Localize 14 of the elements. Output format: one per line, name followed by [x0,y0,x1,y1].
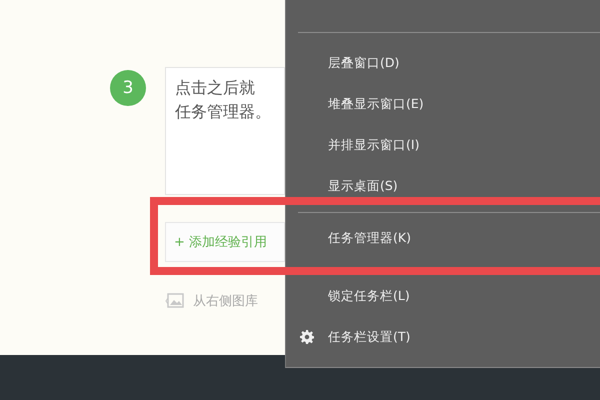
menu-item[interactable]: 任务栏设置(T) [286,317,600,358]
gear-icon [300,330,314,344]
menu-item[interactable]: 任务管理器(K) [286,218,600,259]
menu-item[interactable]: 层叠窗口(D) [286,43,600,84]
image-icon [165,292,185,310]
step-number: 3 [110,70,146,106]
menu-item[interactable]: 显示桌面(S) [286,166,600,207]
menu-item[interactable]: 并排显示窗口(I) [286,125,600,166]
step-text: 点击之后就 [175,77,256,99]
menu-item[interactable]: 堆叠显示窗口(E) [286,84,600,125]
image-hint: 从右侧图库 [193,293,258,310]
menu-item[interactable]: 锁定任务栏(L) [286,276,600,317]
step-text-box[interactable]: 点击之后就 任务管理器。 [165,67,285,195]
step-text: 任务管理器。 [175,101,272,123]
